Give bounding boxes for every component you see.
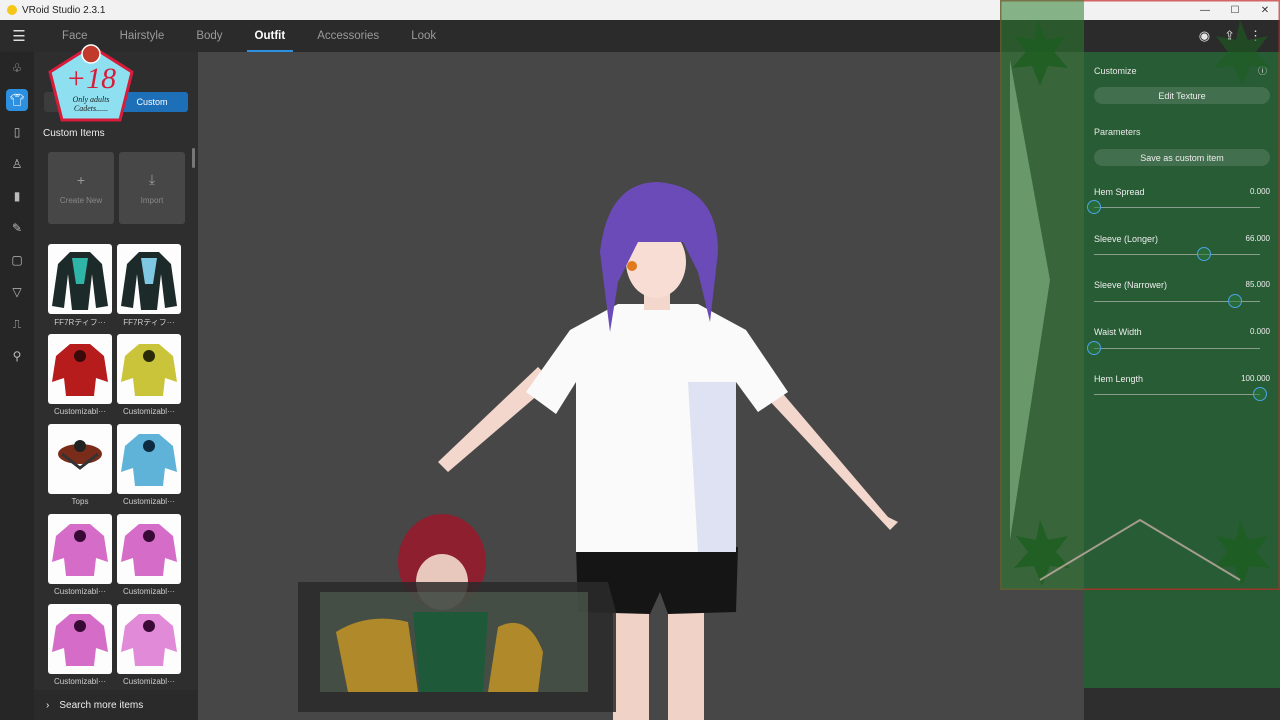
rail-underwear-icon[interactable]: ▽ xyxy=(0,276,34,308)
slider-label: Hem Length xyxy=(1094,374,1144,384)
camera-icon[interactable]: ◉ xyxy=(1199,28,1210,44)
badge-big-text: +18 xyxy=(66,62,116,95)
item-card[interactable]: FF7Rティフ··· xyxy=(48,244,112,328)
close-button[interactable]: ✕ xyxy=(1250,0,1280,20)
search-more-items-button[interactable]: › Search more items xyxy=(34,690,198,720)
avatar-model xyxy=(298,182,898,720)
custom-items-title: Custom Items xyxy=(43,128,105,139)
rail-legwear-icon[interactable]: ▮ xyxy=(0,180,34,212)
rail-accessory-icon[interactable]: ⚲ xyxy=(0,340,34,372)
slider-knob[interactable] xyxy=(1228,294,1243,308)
customize-panel: Customize ⓘ Edit Texture Parameters Save… xyxy=(1084,52,1280,688)
item-thumbnail xyxy=(48,424,112,494)
rail-tops-icon[interactable]: 👕︎ xyxy=(0,84,34,116)
window-title: VRoid Studio 2.3.1 xyxy=(22,4,106,16)
tab-body[interactable]: Body xyxy=(180,20,238,52)
item-card[interactable]: Customizabl··· xyxy=(117,334,181,416)
more-icon[interactable]: ⋮ xyxy=(1249,28,1262,44)
badge-line1: Only adults xyxy=(72,95,109,104)
rail-hair-icon[interactable]: ♧ xyxy=(0,52,34,84)
slider-value[interactable]: 100.000 xyxy=(1210,374,1270,386)
slider-label: Waist Width xyxy=(1094,327,1142,337)
customize-title: Customize xyxy=(1094,66,1137,76)
minimize-button[interactable]: — xyxy=(1190,0,1220,20)
slider-track[interactable] xyxy=(1094,207,1260,208)
slider-knob[interactable] xyxy=(1087,200,1101,214)
item-thumbnail xyxy=(117,334,181,404)
slider-knob[interactable] xyxy=(1087,341,1101,355)
slider-value[interactable]: 0.000 xyxy=(1210,187,1270,199)
item-thumbnail xyxy=(117,244,181,314)
slider-value[interactable]: 0.000 xyxy=(1210,327,1270,339)
maximize-button[interactable]: ☐ xyxy=(1220,0,1250,20)
item-thumbnail xyxy=(117,604,181,674)
slider-knob[interactable] xyxy=(1196,247,1211,261)
import-button[interactable]: ⤓ Import xyxy=(119,152,185,224)
slider-track[interactable] xyxy=(1094,394,1260,395)
create-new-button[interactable]: + Create New xyxy=(48,152,114,224)
item-card[interactable]: Customizabl··· xyxy=(117,514,181,596)
help-icon[interactable]: ⓘ xyxy=(1258,64,1267,77)
item-list-scrollbar[interactable] xyxy=(192,148,195,168)
slider-value[interactable]: 85.000 xyxy=(1210,280,1270,292)
menu-icon[interactable]: ☰ xyxy=(0,20,38,52)
rail-onepiece-icon[interactable]: ♙ xyxy=(0,148,34,180)
item-thumbnail xyxy=(48,244,112,314)
item-thumbnail xyxy=(117,424,181,494)
item-card[interactable]: Customizabl··· xyxy=(48,604,112,686)
slider-label: Sleeve (Longer) xyxy=(1094,234,1159,244)
badge-line2: Cadets...... xyxy=(74,104,108,113)
app-icon xyxy=(7,5,17,15)
top-nav: ☰ Face Hairstyle Body Outfit Accessories… xyxy=(0,20,1280,52)
bottom-bar xyxy=(1084,688,1280,720)
rail-shoes-icon[interactable]: ⎍ xyxy=(0,308,34,340)
item-thumbnail xyxy=(48,334,112,404)
slider-track[interactable] xyxy=(1094,348,1260,349)
3d-viewport[interactable] xyxy=(198,52,1000,720)
rail-bag-icon[interactable]: ▢ xyxy=(0,244,34,276)
slider-label: Sleeve (Narrower) xyxy=(1094,280,1168,290)
item-card[interactable]: Customizabl··· xyxy=(48,514,112,596)
item-panel: Custom +18 Only adults Cadets...... Cust… xyxy=(34,44,198,720)
slider-value[interactable]: 66.000 xyxy=(1210,234,1270,246)
slider-track[interactable] xyxy=(1094,254,1260,255)
category-rail: ♧ 👕︎ ▯ ♙ ▮ ✎ ▢ ▽ ⎍ ⚲ xyxy=(0,52,34,720)
tab-look[interactable]: Look xyxy=(395,20,452,52)
rail-bottoms-icon[interactable]: ▯ xyxy=(0,116,34,148)
export-icon[interactable]: ⇪ xyxy=(1224,28,1235,44)
slider-label: Hem Spread xyxy=(1094,187,1145,197)
item-card[interactable]: Customizabl··· xyxy=(117,424,181,506)
viewport-margin xyxy=(1000,52,1084,720)
item-card[interactable]: Tops xyxy=(48,424,112,506)
item-thumbnail xyxy=(48,514,112,584)
item-card[interactable]: FF7Rティフ··· xyxy=(117,244,181,328)
rail-brush-icon[interactable]: ✎ xyxy=(0,212,34,244)
adult-badge-sticker: +18 Only adults Cadets...... xyxy=(48,44,134,122)
parameters-title: Parameters xyxy=(1094,127,1141,137)
save-custom-item-button[interactable]: Save as custom item xyxy=(1094,149,1270,166)
item-card[interactable]: Customizabl··· xyxy=(117,604,181,686)
slider-knob[interactable] xyxy=(1253,387,1267,401)
item-thumbnail xyxy=(117,514,181,584)
plus-icon: + xyxy=(76,171,86,188)
tab-accessories[interactable]: Accessories xyxy=(301,20,395,52)
title-bar: VRoid Studio 2.3.1 — ☐ ✕ xyxy=(0,0,1280,20)
tab-outfit[interactable]: Outfit xyxy=(239,20,302,52)
item-card[interactable]: Customizabl··· xyxy=(48,334,112,416)
chevron-right-icon: › xyxy=(46,699,50,711)
item-thumbnail xyxy=(48,604,112,674)
download-icon: ⤓ xyxy=(148,171,156,187)
edit-texture-button[interactable]: Edit Texture xyxy=(1094,87,1270,104)
